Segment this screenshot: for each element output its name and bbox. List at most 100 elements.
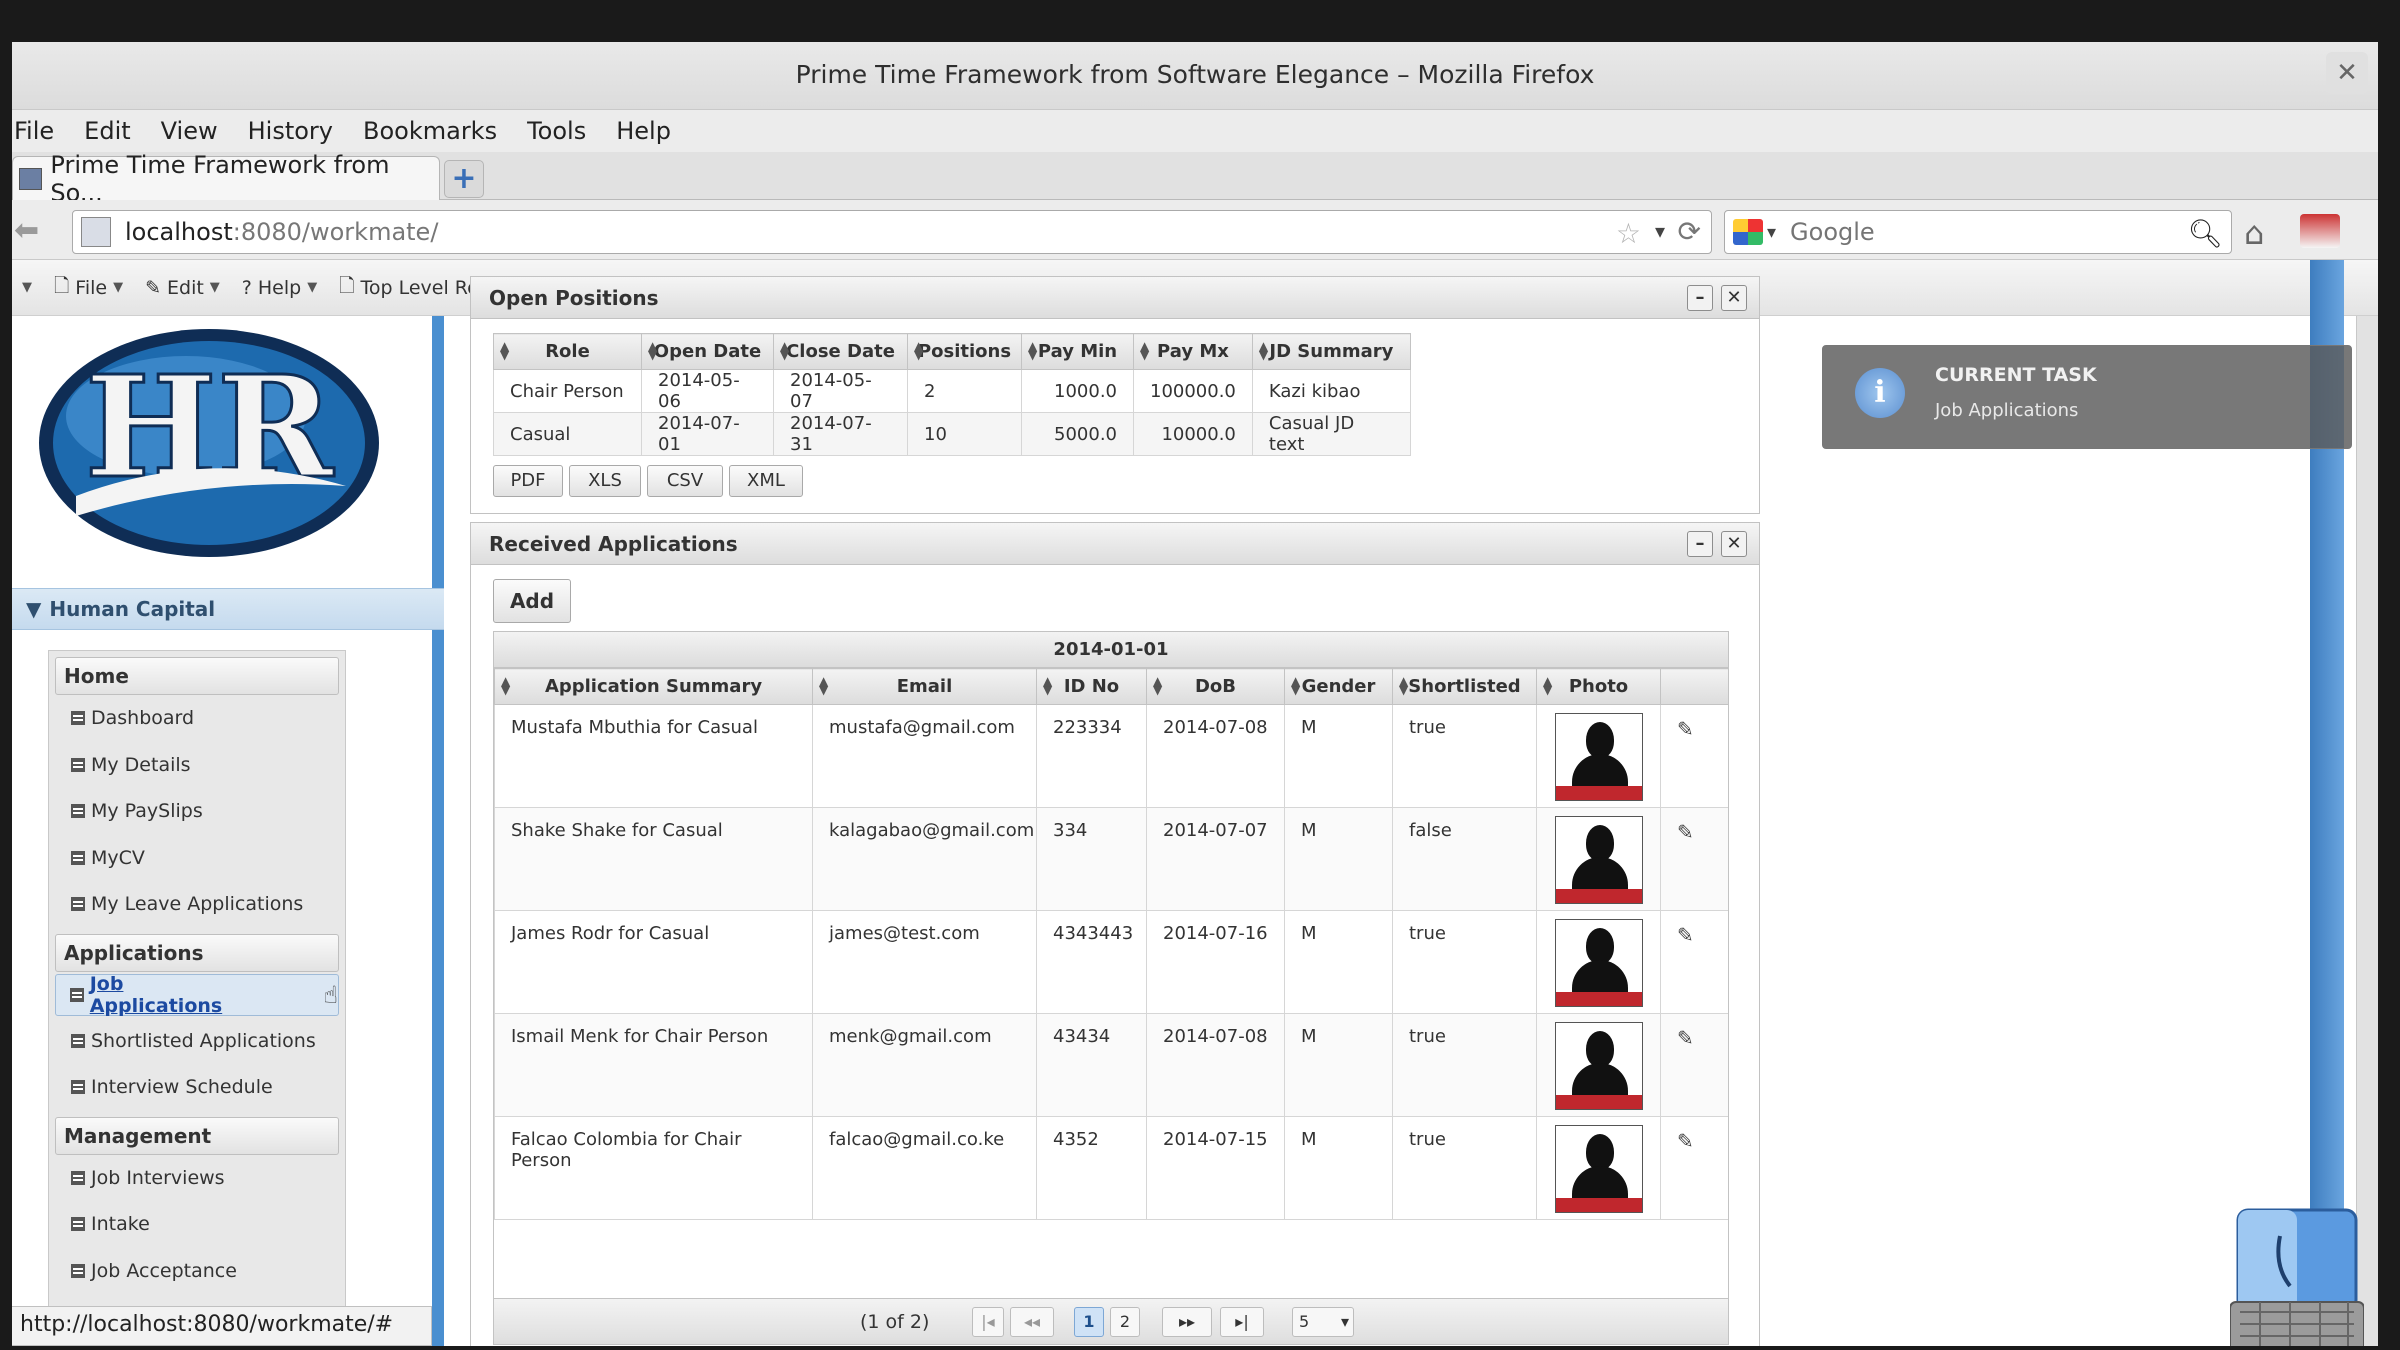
- app-menu-toggle-icon[interactable]: ▼: [22, 280, 32, 295]
- home-icon[interactable]: ⌂: [2244, 214, 2264, 252]
- sidebar-item-job-acceptance[interactable]: Job Acceptance: [49, 1248, 345, 1295]
- menu-tools[interactable]: Tools: [525, 117, 588, 145]
- addon-icon[interactable]: [2300, 214, 2340, 248]
- edit-pencil-icon[interactable]: ✎: [1660, 910, 1728, 1014]
- sidebar-item-shortlisted-applications[interactable]: Shortlisted Applications: [49, 1018, 345, 1065]
- export-pdf-button[interactable]: PDF: [493, 465, 563, 497]
- nav-group-applications[interactable]: Applications: [55, 933, 339, 972]
- export-xml-button[interactable]: XML: [729, 465, 803, 497]
- column-header-role[interactable]: ▲ ▼ Role: [493, 333, 642, 370]
- list-icon: [71, 1170, 85, 1185]
- app-menu-help[interactable]: ? Help ▼: [242, 277, 317, 299]
- new-tab-button[interactable]: +: [444, 160, 484, 198]
- edit-pencil-icon[interactable]: ✎: [1660, 1116, 1728, 1220]
- bookmark-star-icon[interactable]: ☆: [1616, 217, 1641, 250]
- search-engine-dropdown-icon[interactable]: ▾: [1767, 222, 1776, 243]
- edit-pencil-icon[interactable]: ✎: [1660, 704, 1728, 808]
- export-xls-button[interactable]: XLS: [569, 465, 641, 497]
- column-header-application-summary[interactable]: ▲ ▼ Application Summary: [494, 668, 813, 705]
- sidebar-item-my-leave-applications[interactable]: My Leave Applications: [49, 881, 345, 928]
- url-bar[interactable]: localhost:8080/workmate/ ☆ ▾ ⟳: [72, 210, 1712, 254]
- last-page-icon[interactable]: ▸|: [1220, 1307, 1264, 1337]
- column-header-positions[interactable]: ▲ ▼ Positions: [907, 333, 1022, 370]
- back-arrow-icon[interactable]: ⬅: [14, 214, 48, 248]
- list-icon: [71, 711, 85, 726]
- add-application-button[interactable]: Add: [493, 579, 571, 623]
- export-csv-button[interactable]: CSV: [647, 465, 723, 497]
- column-header-id-no[interactable]: ▲ ▼ ID No: [1036, 668, 1147, 705]
- cell-jd-summary: Casual JD text: [1251, 412, 1411, 456]
- sidebar-item-my-details[interactable]: My Details: [49, 742, 345, 789]
- list-icon: [71, 1033, 85, 1048]
- cell-open-date: 2014-05-06: [641, 369, 774, 413]
- url-text[interactable]: localhost:8080/workmate/: [125, 218, 438, 246]
- close-icon[interactable]: ✕: [1721, 285, 1747, 311]
- applicant-photo: [1554, 1022, 1643, 1110]
- url-history-dropdown-icon[interactable]: ▾: [1655, 219, 1665, 243]
- menu-history[interactable]: History: [246, 117, 335, 145]
- column-header-shortlisted[interactable]: ▲ ▼ Shortlisted: [1392, 668, 1537, 705]
- sidebar-item-job-applications[interactable]: Job Applications ☝: [55, 973, 339, 1017]
- nav-group-home[interactable]: Home: [55, 657, 339, 695]
- search-input[interactable]: [1790, 218, 2171, 246]
- search-bar[interactable]: ▾ 🔍︎: [1724, 210, 2232, 254]
- sidebar-item-my-payslips[interactable]: My PaySlips: [49, 788, 345, 835]
- minimize-icon[interactable]: –: [1687, 285, 1713, 311]
- file-icon: 🗋: [339, 274, 355, 297]
- sidebar-item-intake[interactable]: Intake: [49, 1201, 345, 1248]
- table-row[interactable]: Ismail Menk for Chair Person menk@gmail.…: [494, 1013, 1728, 1117]
- title-bar: Prime Time Framework from Software Elega…: [12, 42, 2378, 110]
- table-row[interactable]: Mustafa Mbuthia for Casual mustafa@gmail…: [494, 704, 1728, 808]
- sidebar-item-mycv[interactable]: MyCV: [49, 835, 345, 882]
- edit-pencil-icon[interactable]: ✎: [1660, 1013, 1728, 1117]
- close-icon[interactable]: ✕: [1721, 531, 1747, 557]
- previous-page-icon[interactable]: ◂◂: [1010, 1307, 1054, 1337]
- column-header-gender[interactable]: ▲ ▼ Gender: [1284, 668, 1393, 705]
- sidebar-item-interview-schedule[interactable]: Interview Schedule: [49, 1064, 345, 1111]
- table-row[interactable]: Casual 2014-07-01 2014-07-31 10 5000.0 1…: [493, 412, 1411, 456]
- browser-window: Prime Time Framework from Software Elega…: [12, 42, 2378, 1346]
- page-2-button[interactable]: 2: [1110, 1307, 1140, 1337]
- column-header-jd-summary[interactable]: ▲ ▼ JD Summary: [1251, 333, 1411, 370]
- edit-pencil-icon[interactable]: ✎: [1660, 807, 1728, 911]
- page-scrollbar[interactable]: [2356, 316, 2378, 1346]
- app-menu-edit[interactable]: ✎ Edit ▼: [145, 277, 220, 299]
- column-header-dob[interactable]: ▲ ▼ DoB: [1146, 668, 1285, 705]
- search-engine-icon[interactable]: [1733, 219, 1763, 245]
- table-row[interactable]: Chair Person 2014-05-06 2014-05-07 2 100…: [493, 369, 1411, 413]
- browser-tab[interactable]: Prime Time Framework from So...: [12, 151, 440, 207]
- window-close-button[interactable]: ✕: [2326, 52, 2368, 94]
- site-identity-icon[interactable]: [81, 217, 111, 247]
- section-header-human-capital[interactable]: ▼ Human Capital: [12, 588, 444, 630]
- menu-help[interactable]: Help: [614, 117, 673, 145]
- reload-icon[interactable]: ⟳: [1678, 215, 1701, 248]
- app-menu-file[interactable]: 🗋 File ▼: [54, 272, 123, 304]
- menu-edit[interactable]: Edit: [82, 117, 132, 145]
- nav-group-management[interactable]: Management: [55, 1116, 339, 1155]
- table-row[interactable]: Shake Shake for Casual kalagabao@gmail.c…: [494, 807, 1728, 911]
- column-header-open-date[interactable]: ▲ ▼ Open Date: [641, 333, 774, 370]
- sidebar-item-dashboard[interactable]: Dashboard: [49, 695, 345, 742]
- sidebar-item-job-interviews[interactable]: Job Interviews: [49, 1155, 345, 1202]
- rows-per-page-select[interactable]: 5 ▾: [1292, 1307, 1354, 1337]
- column-header-email[interactable]: ▲ ▼ Email: [812, 668, 1037, 705]
- page-1-button[interactable]: 1: [1074, 1307, 1104, 1337]
- current-task-notification[interactable]: i CURRENT TASK Job Applications: [1822, 345, 2352, 449]
- column-header-pay-min[interactable]: ▲ ▼ Pay Min: [1021, 333, 1134, 370]
- sidebar: HR ▼ Human Capital Home Dashboard My Det…: [12, 316, 444, 1346]
- table-row[interactable]: Falcao Colombia for Chair Person falcao@…: [494, 1116, 1728, 1220]
- first-page-icon[interactable]: |◂: [972, 1307, 1004, 1337]
- table-row[interactable]: James Rodr for Casual james@test.com 434…: [494, 910, 1728, 1014]
- menu-bookmarks[interactable]: Bookmarks: [361, 117, 499, 145]
- minimize-icon[interactable]: –: [1687, 531, 1713, 557]
- page-report: (1 of 2): [860, 1311, 930, 1333]
- cell-gender: M: [1284, 704, 1393, 808]
- column-header-photo[interactable]: ▲ ▼ Photo: [1536, 668, 1661, 705]
- column-header-close-date[interactable]: ▲ ▼ Close Date: [773, 333, 908, 370]
- menu-view[interactable]: View: [159, 117, 220, 145]
- next-page-icon[interactable]: ▸▸: [1162, 1307, 1212, 1337]
- finder-dock-icon[interactable]: [2230, 1206, 2364, 1346]
- column-header-pay-mx[interactable]: ▲ ▼ Pay Mx: [1133, 333, 1253, 370]
- search-icon[interactable]: 🔍︎: [2187, 217, 2223, 250]
- menu-file[interactable]: File: [12, 117, 56, 145]
